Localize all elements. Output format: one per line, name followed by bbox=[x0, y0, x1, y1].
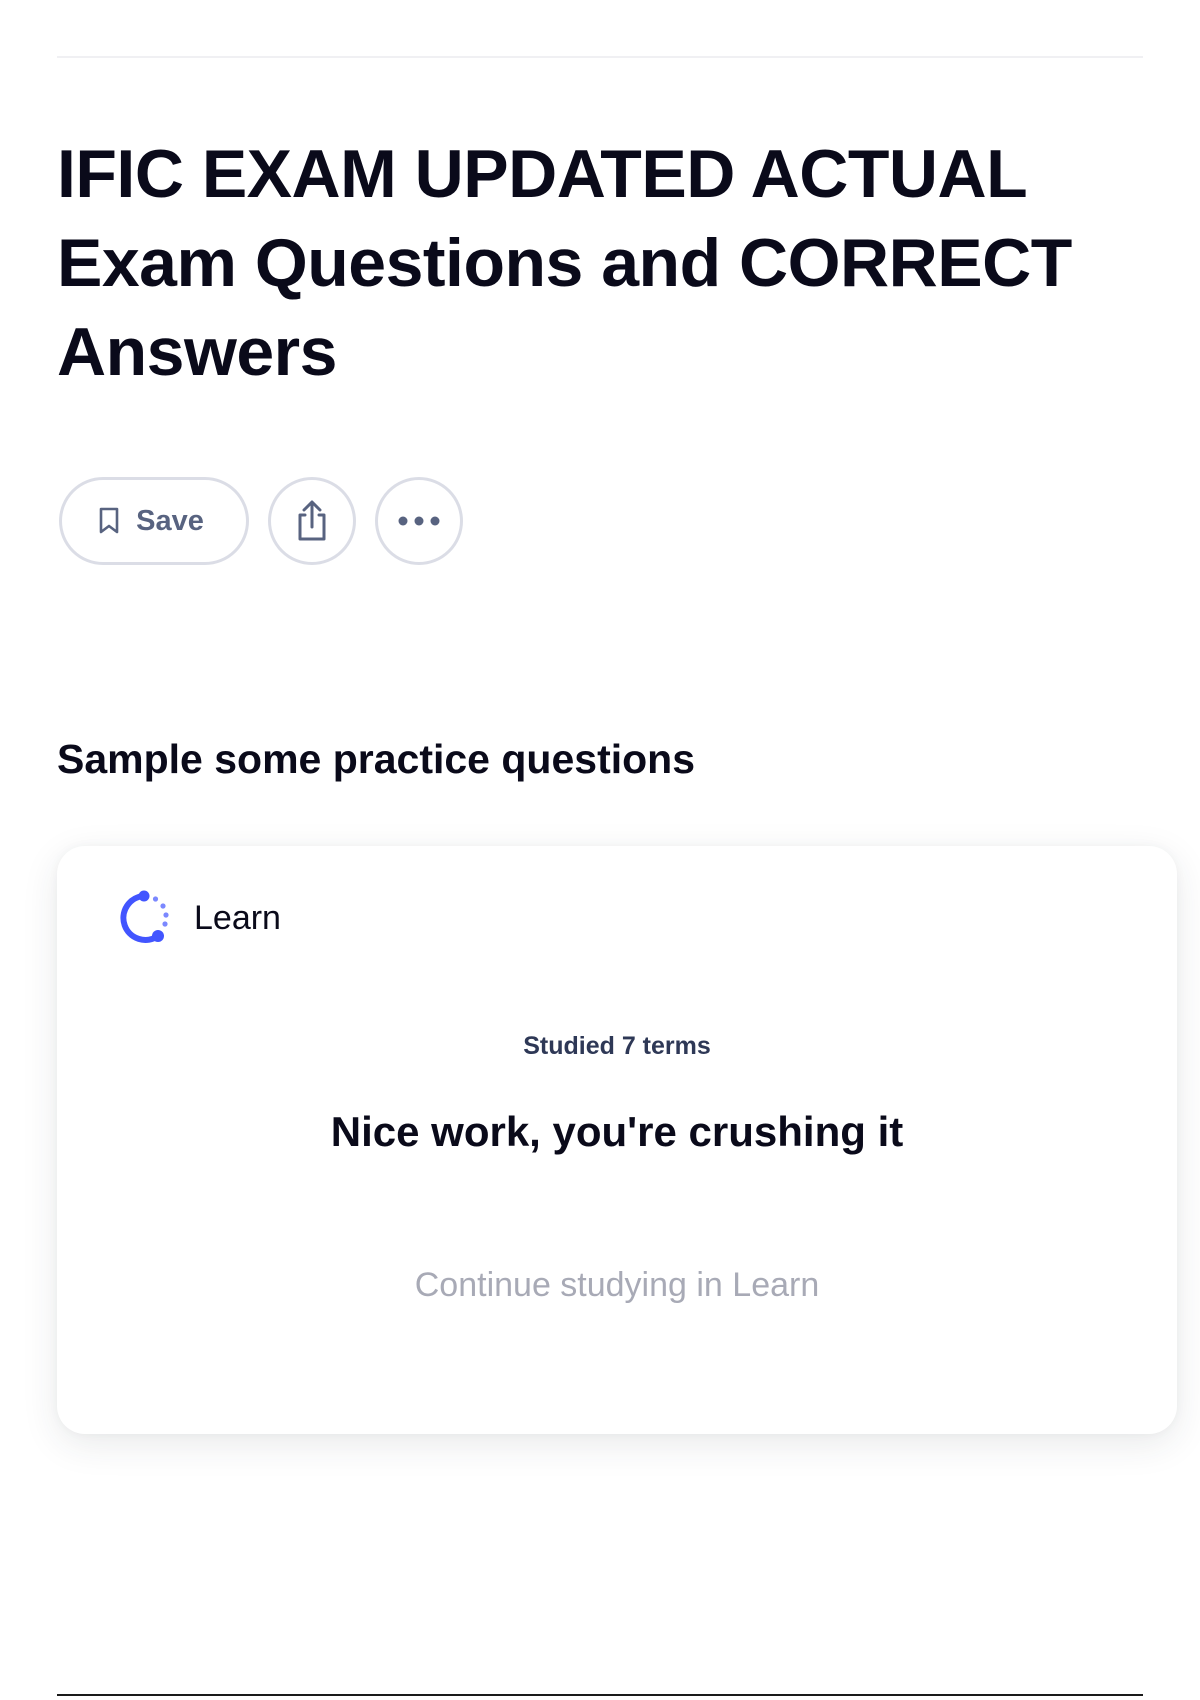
save-button[interactable]: Save bbox=[59, 477, 249, 565]
save-button-label: Save bbox=[136, 504, 204, 537]
bookmark-icon bbox=[99, 507, 119, 534]
share-icon bbox=[298, 500, 326, 541]
more-options-button[interactable] bbox=[375, 477, 463, 565]
learn-card[interactable]: Learn Studied 7 terms Nice work, you're … bbox=[57, 846, 1177, 1434]
learn-card-header: Learn bbox=[114, 888, 281, 948]
set-actions: Save bbox=[59, 477, 463, 565]
page-title: IFIC EXAM UPDATED ACTUAL Exam Questions … bbox=[57, 136, 1072, 390]
share-button[interactable] bbox=[268, 477, 356, 565]
practice-section-heading: Sample some practice questions bbox=[57, 736, 696, 782]
top-divider bbox=[57, 56, 1143, 58]
learn-progress-icon bbox=[120, 890, 169, 943]
more-options-icon bbox=[398, 516, 440, 526]
bottom-divider bbox=[57, 1694, 1143, 1696]
continue-learn-link[interactable]: Continue studying in Learn bbox=[57, 1266, 1177, 1305]
studied-terms-text: Studied 7 terms bbox=[523, 1032, 711, 1060]
learn-card-title: Learn bbox=[194, 898, 281, 937]
encouragement-message: Nice work, you're crushing it bbox=[330, 1108, 904, 1155]
